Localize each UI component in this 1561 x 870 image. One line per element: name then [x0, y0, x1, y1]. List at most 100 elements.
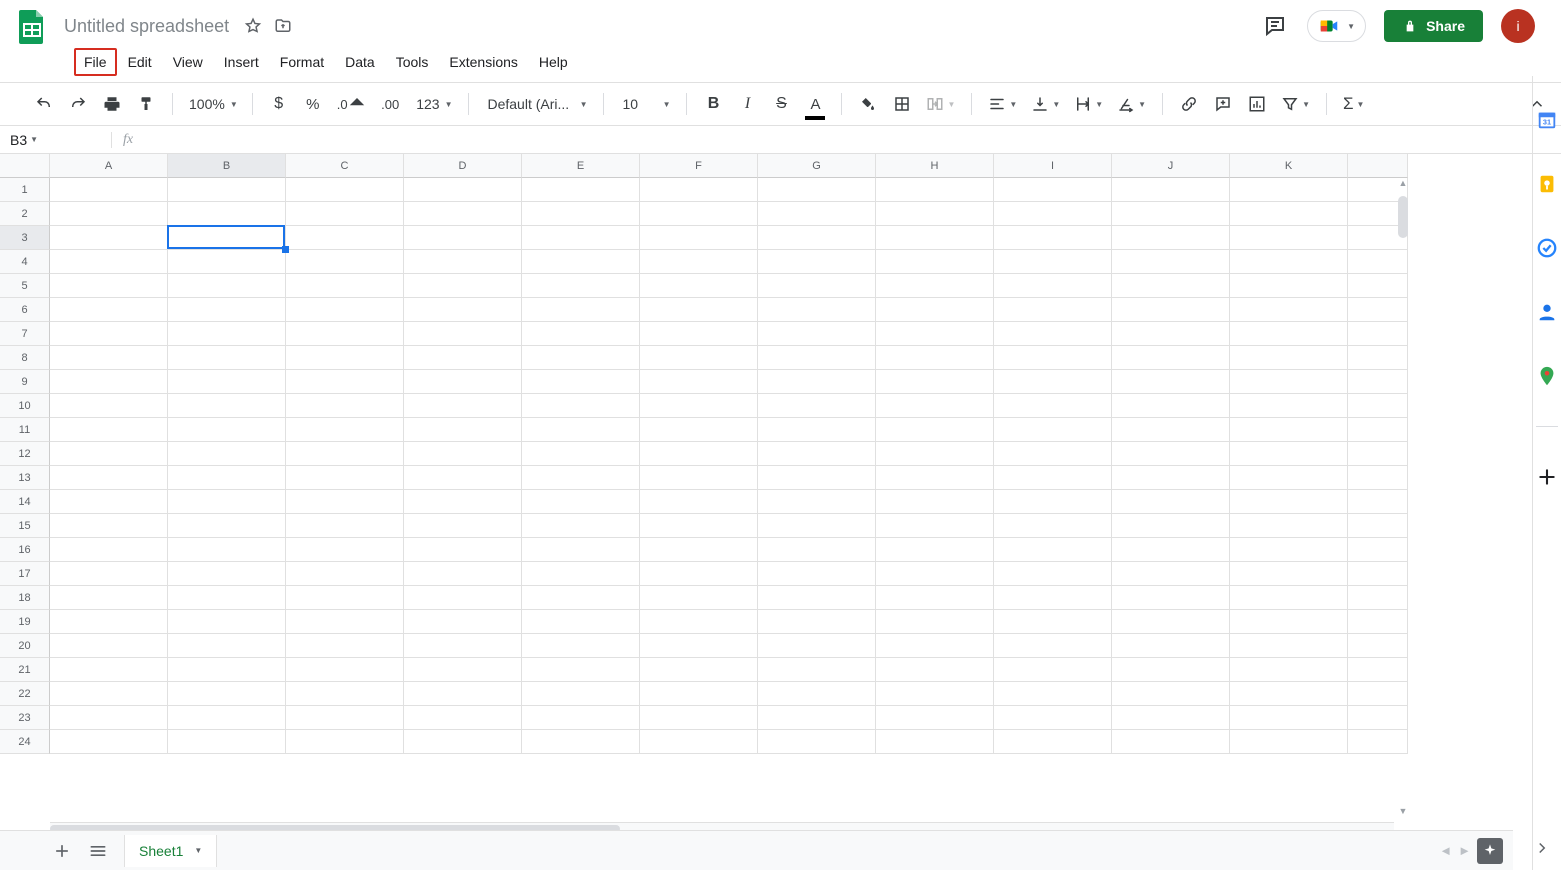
cell[interactable] [404, 346, 522, 370]
cell[interactable] [1112, 634, 1230, 658]
cell[interactable] [876, 202, 994, 226]
format-percent-button[interactable]: % [299, 89, 327, 119]
cell[interactable] [404, 250, 522, 274]
zoom-dropdown[interactable]: 100%▼ [185, 89, 240, 119]
cell[interactable] [50, 370, 168, 394]
cell[interactable] [168, 562, 286, 586]
print-button[interactable] [98, 89, 126, 119]
cell[interactable] [404, 370, 522, 394]
cell[interactable] [522, 322, 640, 346]
select-all-cell[interactable] [0, 154, 50, 178]
cell[interactable] [994, 634, 1112, 658]
cell[interactable] [1112, 538, 1230, 562]
font-family-dropdown[interactable]: Default (Ari...▼ [481, 89, 591, 119]
cell[interactable] [994, 226, 1112, 250]
cell[interactable] [994, 706, 1112, 730]
cell[interactable] [1230, 610, 1348, 634]
cell[interactable] [640, 178, 758, 202]
tab-scroll-left-icon[interactable]: ◄ [1439, 843, 1452, 858]
cell[interactable] [994, 250, 1112, 274]
cell[interactable] [876, 490, 994, 514]
maps-icon[interactable] [1533, 362, 1561, 390]
cell[interactable] [1230, 394, 1348, 418]
cell[interactable] [876, 442, 994, 466]
cell[interactable] [168, 250, 286, 274]
cell[interactable] [522, 394, 640, 418]
account-avatar[interactable]: i [1501, 9, 1535, 43]
cell[interactable] [994, 322, 1112, 346]
cell[interactable] [50, 250, 168, 274]
cell[interactable] [994, 658, 1112, 682]
cell[interactable] [758, 418, 876, 442]
menu-data[interactable]: Data [335, 48, 385, 76]
cell[interactable] [522, 370, 640, 394]
cell[interactable] [404, 730, 522, 754]
cell[interactable] [522, 178, 640, 202]
cell[interactable] [50, 466, 168, 490]
borders-button[interactable] [888, 89, 916, 119]
cell[interactable] [640, 250, 758, 274]
cell[interactable] [522, 346, 640, 370]
cell[interactable] [640, 634, 758, 658]
cell[interactable] [876, 274, 994, 298]
cell[interactable] [640, 370, 758, 394]
row-header[interactable]: 1 [0, 178, 50, 202]
menu-help[interactable]: Help [529, 48, 578, 76]
cell[interactable] [994, 202, 1112, 226]
column-header[interactable]: K [1230, 154, 1348, 178]
cell[interactable] [1112, 226, 1230, 250]
scroll-down-icon[interactable]: ▼ [1395, 806, 1411, 822]
cell[interactable] [1230, 682, 1348, 706]
cell[interactable] [1112, 610, 1230, 634]
cell[interactable] [404, 202, 522, 226]
row-header[interactable]: 4 [0, 250, 50, 274]
cell[interactable] [876, 370, 994, 394]
tab-scroll-right-icon[interactable]: ► [1458, 843, 1471, 858]
cell[interactable] [994, 562, 1112, 586]
cell[interactable] [1112, 730, 1230, 754]
cell[interactable] [1112, 442, 1230, 466]
cell[interactable] [522, 226, 640, 250]
cell[interactable] [522, 466, 640, 490]
fill-handle[interactable] [282, 246, 289, 253]
cell[interactable] [1112, 658, 1230, 682]
cell[interactable] [640, 442, 758, 466]
cell[interactable] [286, 178, 404, 202]
redo-button[interactable] [64, 89, 92, 119]
cell[interactable] [1112, 346, 1230, 370]
tasks-icon[interactable] [1533, 234, 1561, 262]
menu-insert[interactable]: Insert [214, 48, 269, 76]
row-header[interactable]: 12 [0, 442, 50, 466]
cell[interactable] [404, 466, 522, 490]
cell[interactable] [50, 418, 168, 442]
cell[interactable] [758, 490, 876, 514]
fill-color-button[interactable] [854, 89, 882, 119]
sheet-tab-active[interactable]: Sheet1 ▼ [124, 835, 217, 867]
cell[interactable] [876, 586, 994, 610]
cell[interactable] [994, 346, 1112, 370]
cell[interactable] [876, 394, 994, 418]
cell[interactable] [522, 202, 640, 226]
text-color-button[interactable]: A [801, 89, 829, 119]
cell[interactable] [758, 610, 876, 634]
vertical-scrollbar[interactable]: ▲ ▼ [1395, 178, 1411, 822]
row-header[interactable]: 5 [0, 274, 50, 298]
cell[interactable] [1112, 298, 1230, 322]
cell[interactable] [50, 178, 168, 202]
cell[interactable] [522, 730, 640, 754]
cell[interactable] [168, 370, 286, 394]
menu-format[interactable]: Format [270, 48, 334, 76]
row-header[interactable]: 23 [0, 706, 50, 730]
cell[interactable] [522, 586, 640, 610]
cell[interactable] [640, 658, 758, 682]
cell[interactable] [1112, 562, 1230, 586]
cell[interactable] [1230, 442, 1348, 466]
cell[interactable] [640, 730, 758, 754]
cell[interactable] [168, 682, 286, 706]
row-header[interactable]: 14 [0, 490, 50, 514]
menu-edit[interactable]: Edit [118, 48, 162, 76]
insert-chart-button[interactable] [1243, 89, 1271, 119]
menu-extensions[interactable]: Extensions [439, 48, 527, 76]
cell[interactable] [522, 562, 640, 586]
cell[interactable] [1112, 370, 1230, 394]
